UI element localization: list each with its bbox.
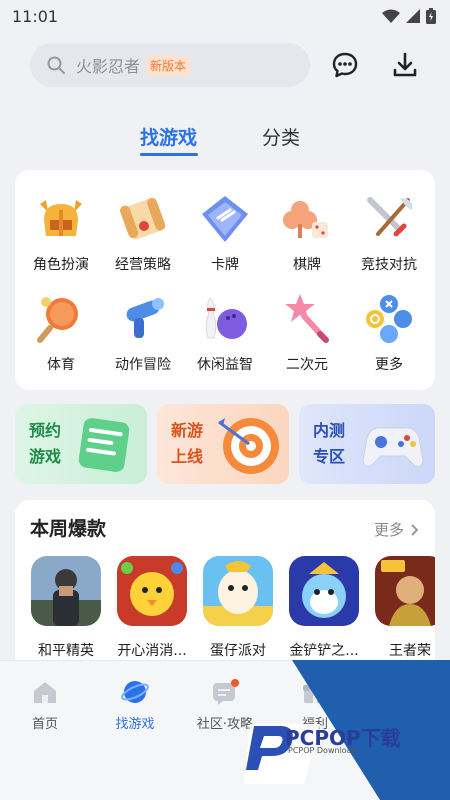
banner-beta[interactable]: 内测 专区 (299, 404, 435, 484)
game-icon (375, 556, 435, 626)
banner-preorder[interactable]: 预约 游戏 (15, 404, 147, 484)
category-label: 角色扮演 (33, 257, 89, 273)
signal-icon (406, 9, 420, 23)
game-icon (31, 556, 101, 626)
category-competitive[interactable]: 竞技对抗 (347, 184, 431, 274)
game-item[interactable]: 和平精英 (23, 556, 109, 660)
sword-axe-icon (367, 197, 413, 237)
nav-find-games[interactable]: 找游戏 (95, 677, 175, 732)
category-label: 经营策略 (115, 257, 171, 273)
status-bar: 11:01 (0, 0, 450, 32)
game-name: 和平精英 (38, 643, 94, 659)
tab-underline (140, 153, 198, 156)
section-title: 本周爆款 (30, 518, 107, 540)
category-label: 卡牌 (211, 257, 239, 273)
download-icon (393, 52, 417, 77)
banner-new-games[interactable]: 新游 上线 (157, 404, 289, 484)
top-tabs: 找游戏 分类 (0, 120, 450, 160)
search-badge: 新版本 (146, 54, 191, 76)
category-action[interactable]: 动作冒险 (101, 284, 185, 374)
category-chess[interactable]: 棋牌 (265, 184, 349, 274)
game-item[interactable]: 蛋仔派对 (195, 556, 281, 660)
game-item[interactable]: 金铲铲之... (281, 556, 367, 660)
more-label: 更多 (373, 521, 404, 539)
nav-label: 找游戏 (115, 717, 155, 732)
tab-find-games[interactable]: 找游戏 (140, 123, 197, 150)
planet-icon (121, 681, 149, 703)
star-wand-icon (285, 294, 329, 343)
home-icon (34, 682, 56, 703)
download-button[interactable] (390, 50, 420, 80)
card-icon (202, 196, 248, 242)
status-time: 11:01 (12, 6, 59, 26)
game-item[interactable]: 开心消消... (109, 556, 195, 660)
search-input[interactable]: 火影忍者 新版本 (30, 43, 310, 87)
search-placeholder: 火影忍者 (76, 57, 141, 76)
category-label: 体育 (47, 357, 75, 373)
search-icon (47, 56, 65, 74)
tab-categories[interactable]: 分类 (262, 123, 300, 150)
nav-home[interactable]: 首页 (5, 677, 85, 732)
category-casual[interactable]: 休闲益智 (183, 284, 267, 374)
game-icon (203, 556, 273, 626)
category-label: 休闲益智 (197, 357, 253, 373)
watermark-subtext: PCPOP Download (288, 746, 357, 755)
status-icons (382, 8, 436, 24)
game-item[interactable]: 王者荣 (367, 556, 435, 660)
gamepad-icon (362, 427, 424, 467)
nav-label: 首页 (31, 717, 58, 732)
game-icon (289, 556, 359, 626)
message-button[interactable] (330, 50, 360, 80)
category-label: 棋牌 (293, 257, 321, 273)
category-label: 竞技对抗 (361, 257, 417, 273)
category-strategy[interactable]: 经营策略 (101, 184, 185, 274)
game-name: 王者荣 (389, 643, 431, 659)
category-label: 动作冒险 (115, 357, 171, 373)
pingpong-icon (37, 297, 78, 343)
banner-title: 内测 专区 (313, 421, 346, 466)
chat-icon (213, 679, 239, 705)
category-sports[interactable]: 体育 (19, 284, 103, 374)
category-more[interactable]: 更多 (347, 284, 431, 374)
bowling-icon (205, 297, 247, 339)
category-cards[interactable]: 卡牌 (183, 184, 267, 274)
scroll-icon (120, 197, 166, 240)
chevron-right-icon (411, 523, 419, 536)
category-card: 角色扮演 经营策略 卡牌 棋牌 竞技对抗 体育 动作冒险 休闲益智 二次元 更多 (15, 170, 435, 390)
category-label: 二次元 (286, 357, 328, 373)
more-link[interactable]: 更多 (374, 519, 419, 540)
category-label: 更多 (375, 357, 403, 373)
wifi-icon (382, 9, 400, 23)
game-name: 开心消消... (117, 643, 187, 659)
target-icon (218, 418, 279, 474)
game-name: 金铲铲之... (289, 643, 359, 659)
blaster-icon (126, 298, 164, 338)
category-role-playing[interactable]: 角色扮演 (19, 184, 103, 274)
clover-dice-icon (283, 201, 328, 238)
game-icon (117, 556, 187, 626)
battery-icon (426, 8, 436, 24)
game-name: 蛋仔派对 (210, 643, 266, 659)
weekly-hits-card: 本周爆款 更多 和平精英 开心消消... 蛋仔派对 金铲铲之... 王者荣 (15, 500, 435, 670)
category-anime[interactable]: 二次元 (265, 284, 349, 374)
message-icon (332, 52, 358, 78)
gamepad-buttons-icon (366, 295, 412, 343)
helmet-icon (40, 200, 82, 236)
calendar-icon (78, 418, 130, 472)
